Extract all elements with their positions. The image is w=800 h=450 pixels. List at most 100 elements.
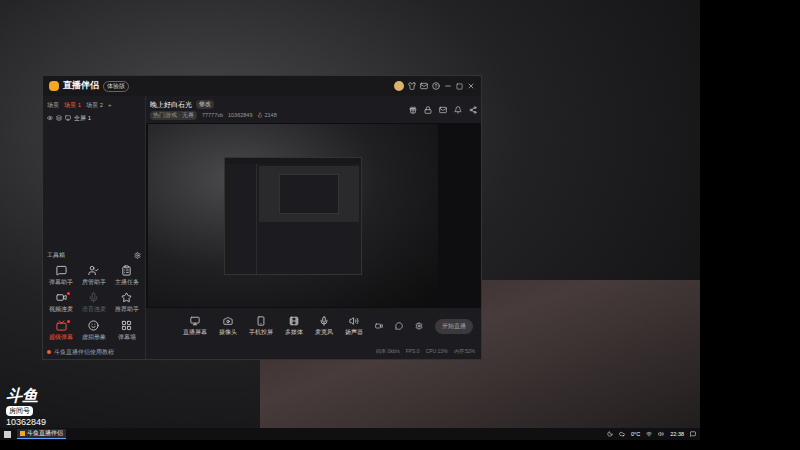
source-row[interactable]: 全屏 1 xyxy=(43,112,145,124)
start-button[interactable]: 开始直播 xyxy=(435,319,473,334)
watermark-label: 房间号 xyxy=(6,406,33,416)
preview-frame xyxy=(148,124,438,307)
logo-icon xyxy=(49,81,59,91)
taskbar-app[interactable]: 斗鱼直播伴侣 xyxy=(17,429,66,439)
control-button[interactable]: 摄像头 xyxy=(219,316,237,336)
control-icon xyxy=(190,316,200,326)
new-dot xyxy=(67,292,70,295)
tool-item[interactable]: 视频连麦 xyxy=(45,292,78,313)
start-icon[interactable] xyxy=(4,431,11,438)
control-label: 多媒体 xyxy=(285,328,303,336)
status-item: 内存:52% xyxy=(454,348,475,356)
status-bar: 码率:0kb/sFPS:0CPU:13%内存:52% xyxy=(146,344,481,359)
toolbar-icon[interactable] xyxy=(424,106,432,114)
toolbar-icon[interactable] xyxy=(454,106,462,114)
app-window: 直播伴侣体验版场景场景 1 场景 2 + 全屏 1 工具箱弹幕助手 房管助手 主播任务视频连… xyxy=(42,75,482,360)
control-bar: 直播屏幕摄像头 手机投屏多媒体 麦克风 扬声器 开始直播 xyxy=(146,308,481,344)
control-button[interactable]: 扬声器 xyxy=(345,316,363,336)
control-button[interactable]: 直播屏幕 xyxy=(183,316,207,336)
control-icon xyxy=(319,316,329,326)
minimize-icon[interactable] xyxy=(444,82,452,90)
tool-icon xyxy=(56,265,67,276)
notification-icon[interactable] xyxy=(690,431,696,437)
scene-tab[interactable]: 场景 xyxy=(47,101,59,110)
screen: 斗鱼房间号10362849直播伴侣体验版场景场景 1场景 2+全屏 1工具箱弹幕… xyxy=(0,0,800,450)
toolbar-icon[interactable] xyxy=(409,106,417,114)
toolbox-header: 工具箱 xyxy=(43,249,145,261)
tool-item[interactable]: 虚拟形象 xyxy=(78,320,111,341)
control-button[interactable]: 麦克风 xyxy=(315,316,333,336)
preview xyxy=(146,123,481,308)
scene-tab[interactable]: 场景 1 xyxy=(64,101,81,110)
tool-label: 推荐助手 xyxy=(115,305,139,313)
chat-icon[interactable] xyxy=(395,322,403,330)
scene-tab[interactable]: 场景 2 xyxy=(86,101,103,110)
desktop: 斗鱼房间号10362849直播伴侣体验版场景场景 1场景 2+全屏 1工具箱弹幕… xyxy=(0,0,700,440)
tool-item[interactable]: 房管助手 xyxy=(78,265,111,286)
record-icon[interactable] xyxy=(375,322,383,330)
weather-icon xyxy=(619,431,625,437)
tool-label: 房管助手 xyxy=(82,278,106,286)
tool-item[interactable]: 弹幕助手 xyxy=(45,265,78,286)
eye-icon[interactable] xyxy=(47,115,53,121)
close-icon[interactable] xyxy=(467,82,475,90)
network-icon xyxy=(646,431,652,437)
title-bar[interactable]: 直播伴侣体验版 xyxy=(43,76,481,96)
control-label: 摄像头 xyxy=(219,328,237,336)
tool-label: 虚拟形象 xyxy=(82,333,106,341)
tool-label: 弹幕墙 xyxy=(118,333,136,341)
tool-item[interactable]: 弹幕墙 xyxy=(110,320,143,341)
screen-icon xyxy=(65,115,71,121)
control-icon xyxy=(349,316,359,326)
control-icon xyxy=(223,316,233,326)
tool-label: 超级弹幕 xyxy=(49,333,73,341)
layer-icon xyxy=(56,115,62,121)
toolbar-icon[interactable] xyxy=(469,106,477,114)
settings-icon[interactable] xyxy=(415,322,423,330)
notice[interactable]: 斗鱼直播伴侣使用教程 xyxy=(43,345,145,359)
control-button[interactable]: 手机投屏 xyxy=(249,316,273,336)
tool-icon xyxy=(121,265,132,276)
tool-icon xyxy=(88,320,99,331)
income: 77777vb xyxy=(202,111,223,119)
version-badge: 体验版 xyxy=(103,81,129,92)
status-item: FPS:0 xyxy=(406,348,420,356)
tool-icon xyxy=(121,292,132,303)
toolbox-settings-icon[interactable] xyxy=(134,252,141,259)
mail-icon[interactable] xyxy=(420,82,428,90)
tool-item[interactable]: 语音连麦 xyxy=(78,292,111,313)
status-item: CPU:13% xyxy=(426,348,448,356)
volume-icon[interactable] xyxy=(658,431,664,437)
help-icon[interactable] xyxy=(432,82,440,90)
moon-icon xyxy=(607,431,613,437)
heat: 2148 xyxy=(257,111,276,119)
tool-label: 主播任务 xyxy=(115,278,139,286)
tool-item[interactable]: 超级弹幕 xyxy=(45,320,78,341)
scene-tab[interactable]: + xyxy=(108,101,112,110)
scene-tabs: 场景场景 1 场景 2 + xyxy=(43,98,145,112)
control-button[interactable]: 多媒体 xyxy=(285,316,303,336)
notice-dot xyxy=(47,350,51,354)
control-label: 麦克风 xyxy=(315,328,333,336)
nested-window xyxy=(224,157,362,275)
taskbar: 斗鱼直播伴侣0°C22:38 xyxy=(0,428,700,440)
tool-item[interactable]: 主播任务 xyxy=(110,265,143,286)
toolbar-icon[interactable] xyxy=(439,106,447,114)
tool-icon xyxy=(56,292,67,303)
tool-label: 弹幕助手 xyxy=(49,278,73,286)
category-tag[interactable]: 热门游戏 · 无畏 xyxy=(150,111,197,119)
new-dot xyxy=(67,320,70,323)
control-label: 扬声器 xyxy=(345,328,363,336)
room-title: 晚上好白石光 xyxy=(150,100,192,110)
tool-icon xyxy=(56,320,67,331)
notice-text: 斗鱼直播伴侣使用教程 xyxy=(54,348,114,356)
weather: 0°C xyxy=(631,430,640,438)
app-icon xyxy=(20,431,25,436)
avatar-icon[interactable] xyxy=(394,81,404,91)
tool-item[interactable]: 推荐助手 xyxy=(110,292,143,313)
toolbox-grid: 弹幕助手 房管助手 主播任务视频连麦语音连麦推荐助手超级弹幕 虚拟形象 弹幕墙 xyxy=(43,261,145,345)
maximize-icon[interactable] xyxy=(456,83,463,90)
edit-button[interactable]: 修改 xyxy=(196,100,214,108)
control-icon xyxy=(256,316,266,326)
skin-icon[interactable] xyxy=(408,82,416,90)
